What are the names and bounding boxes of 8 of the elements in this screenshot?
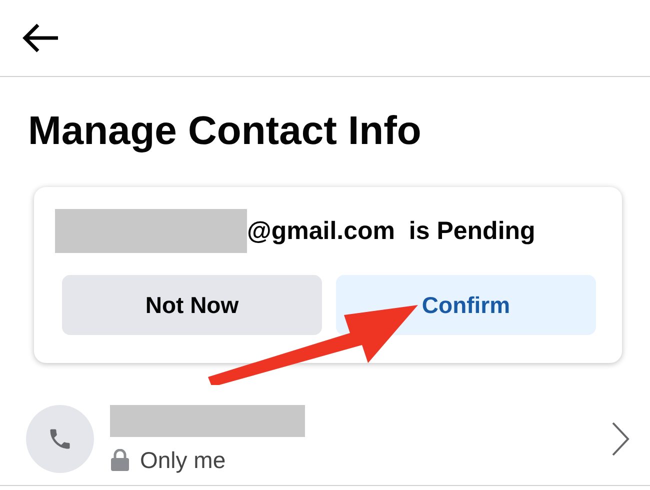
lock-icon bbox=[110, 449, 130, 471]
chevron-right-icon[interactable] bbox=[610, 421, 630, 457]
privacy-label: Only me bbox=[140, 446, 226, 474]
confirm-button[interactable]: Confirm bbox=[336, 275, 596, 335]
pending-message: @gmail.com is Pending bbox=[247, 216, 536, 246]
page-title: Manage Contact Info bbox=[28, 108, 422, 155]
dismiss-button[interactable]: Not Now bbox=[62, 275, 322, 335]
back-icon[interactable] bbox=[22, 23, 60, 53]
